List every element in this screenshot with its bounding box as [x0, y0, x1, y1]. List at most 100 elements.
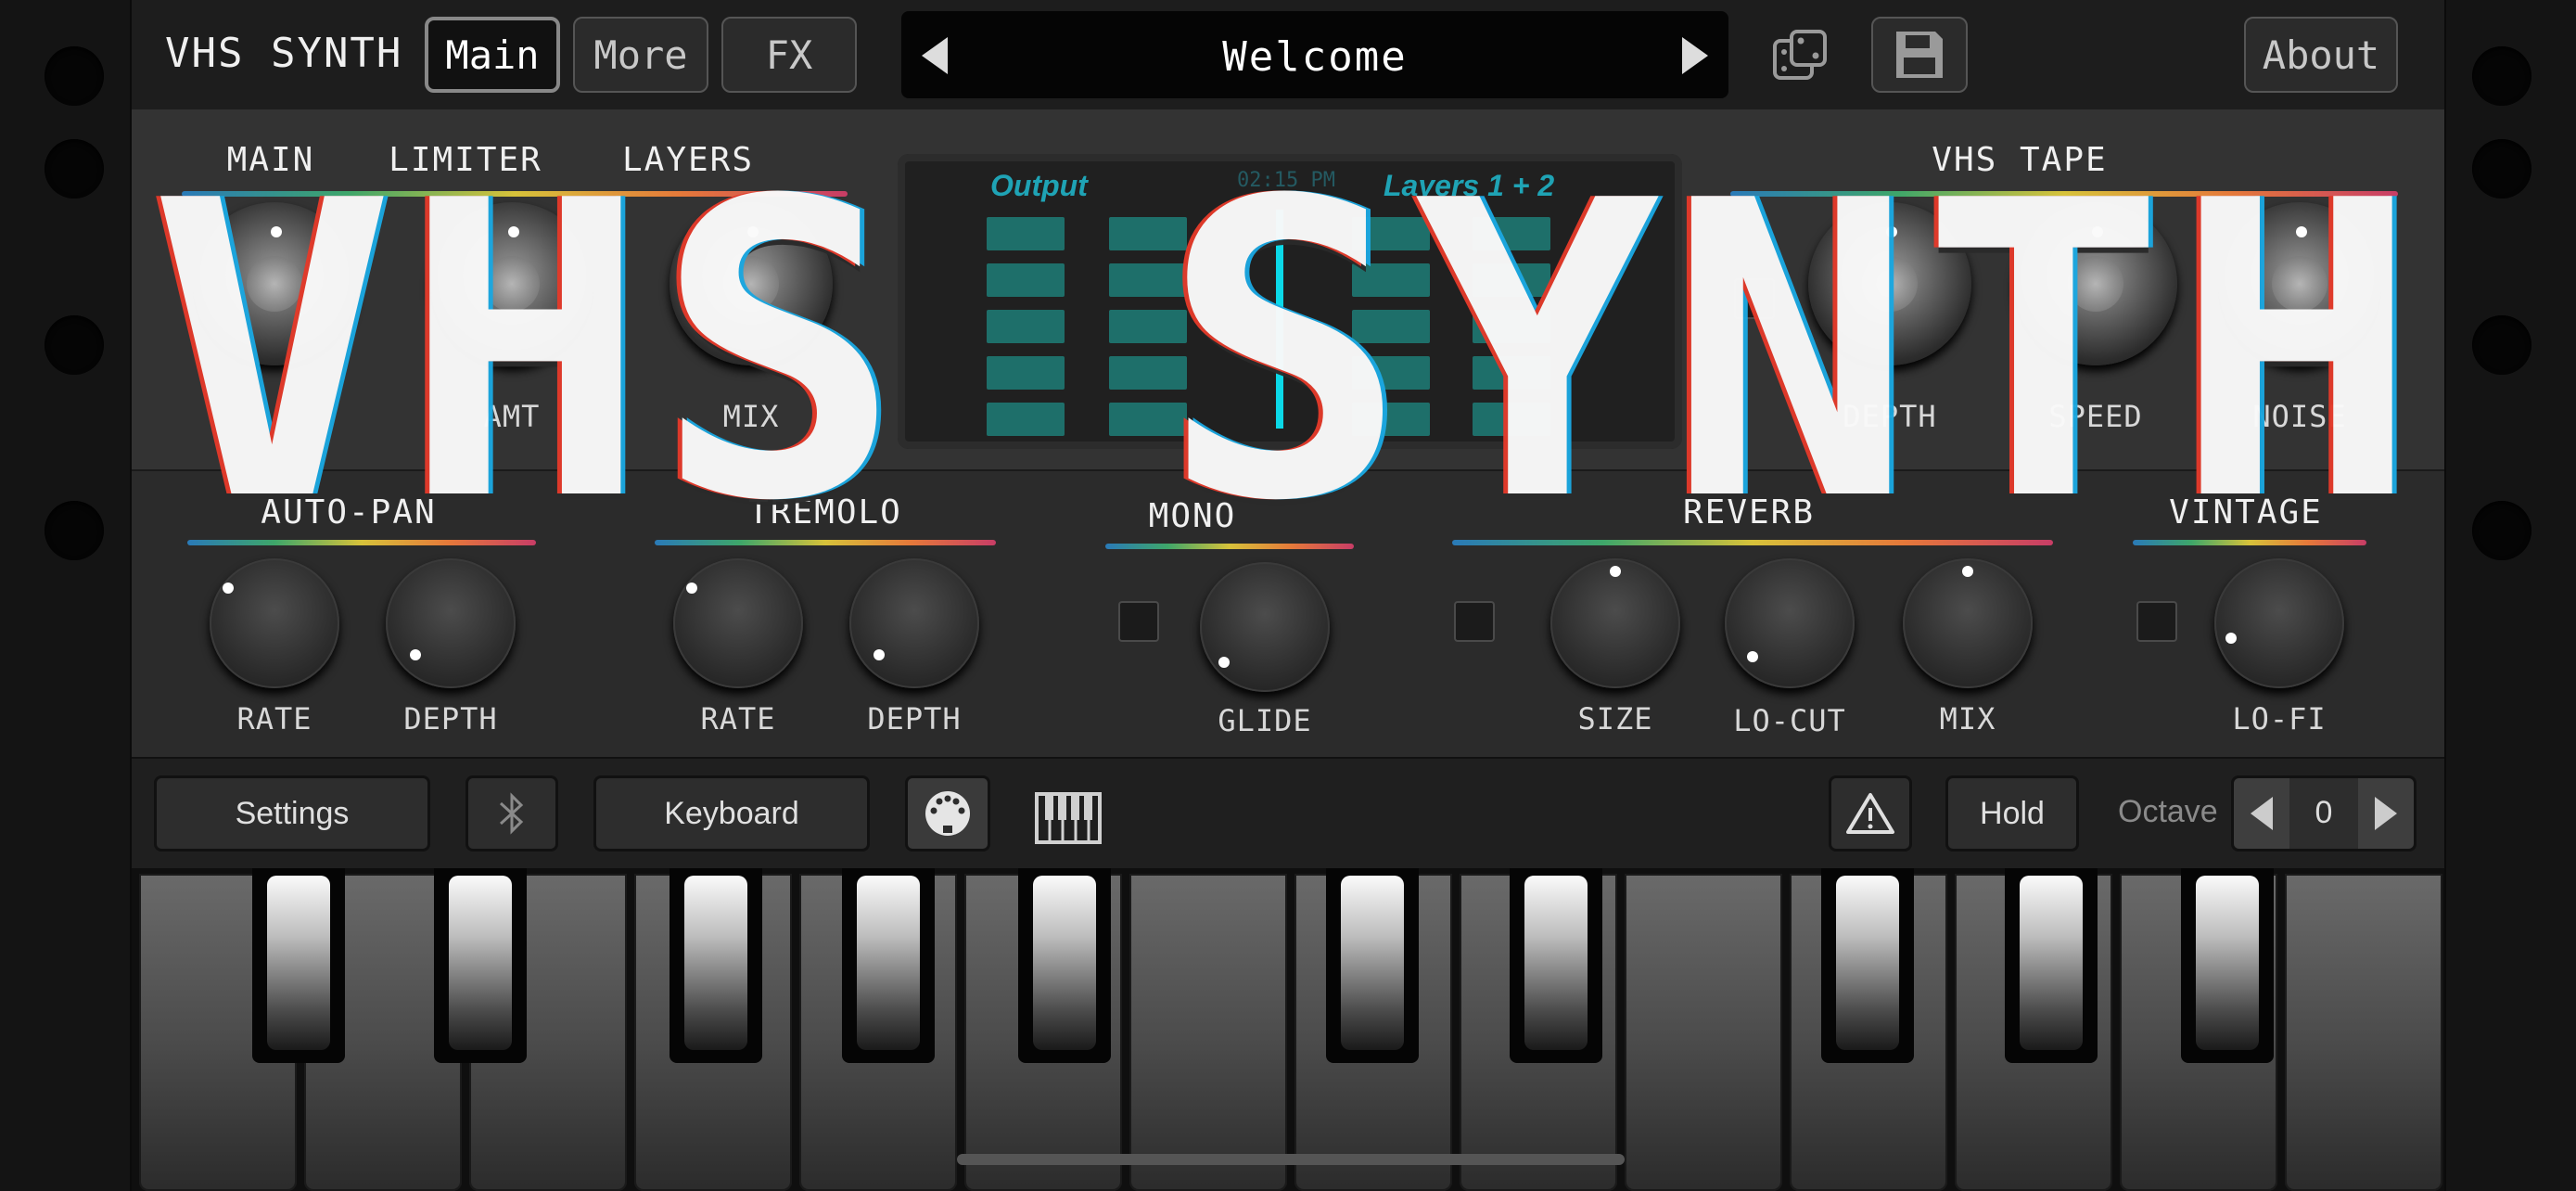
vhs-depth-knob[interactable]	[1808, 202, 1971, 365]
section-label-vintage: VINTAGE	[2169, 493, 2323, 531]
tab-fx[interactable]: FX	[721, 17, 857, 93]
bottom-toolbar: Settings Keyboard Hold Octave 0	[132, 759, 2444, 868]
keyboard-button[interactable]: Keyboard	[593, 775, 870, 852]
save-button[interactable]	[1871, 17, 1968, 93]
speaker-hole	[45, 315, 104, 375]
tremolo-depth-label: DEPTH	[867, 701, 962, 736]
app-title: VHS SYNTH	[165, 30, 403, 77]
meter-segment	[1352, 263, 1430, 297]
mono-enable-checkbox[interactable]	[1118, 601, 1159, 642]
reverb-mix-knob[interactable]	[1903, 558, 2033, 688]
meter-segment	[987, 403, 1065, 436]
reverb-locut-knob[interactable]	[1725, 558, 1855, 688]
meter-segment	[987, 310, 1065, 343]
meter-segment	[1109, 356, 1187, 390]
vintage-lofi-knob[interactable]	[2214, 558, 2344, 688]
black-key[interactable]	[1326, 868, 1419, 1063]
tremolo-depth-knob[interactable]	[849, 558, 979, 688]
warning-icon	[1846, 793, 1894, 834]
section-label-autopan: AUTO-PAN	[261, 493, 437, 531]
vhs-speed-knob[interactable]	[2014, 202, 2177, 365]
tremolo-rate-label: RATE	[700, 701, 776, 736]
synth-app: VHS SYNTH Main More FX Welcome About MAI…	[132, 0, 2444, 1191]
black-key[interactable]	[842, 868, 935, 1063]
limiter-amt-knob[interactable]	[430, 202, 593, 365]
meter-segment	[987, 356, 1065, 390]
speaker-hole	[45, 139, 104, 198]
home-indicator	[957, 1154, 1625, 1165]
reverb-size-knob[interactable]	[1550, 558, 1680, 688]
black-key[interactable]	[2005, 868, 2098, 1063]
save-icon	[1896, 32, 1943, 78]
speaker-hole	[2472, 46, 2531, 106]
speaker-hole	[2472, 501, 2531, 560]
meter-segment	[1352, 310, 1430, 343]
octave-stepper: 0	[2231, 775, 2417, 852]
octave-down-button[interactable]	[2234, 778, 2289, 849]
rainbow-divider	[1730, 191, 2398, 197]
rainbow-divider	[655, 540, 996, 545]
main-effects-band: MAIN LIMITER LAYERS AMT MIX Output 02:15…	[132, 109, 2444, 471]
autopan-rate-knob[interactable]	[210, 558, 339, 688]
white-key[interactable]	[1625, 874, 1782, 1191]
vhs-tape-enable-checkbox[interactable]	[1734, 278, 1775, 319]
hold-button[interactable]: Hold	[1945, 775, 2079, 852]
reverb-mix-label: MIX	[1939, 701, 1996, 736]
black-key[interactable]	[2181, 868, 2274, 1063]
panic-button[interactable]	[1829, 775, 1912, 852]
main-volume-knob[interactable]	[193, 202, 356, 365]
midi-button[interactable]	[905, 775, 990, 852]
vhs-depth-label: DEPTH	[1843, 399, 1937, 434]
octave-up-button[interactable]	[2358, 778, 2414, 849]
about-button[interactable]: About	[2244, 17, 2398, 93]
white-key[interactable]	[2285, 874, 2442, 1191]
autopan-depth-label: DEPTH	[403, 701, 498, 736]
tremolo-rate-knob[interactable]	[673, 558, 803, 688]
black-key[interactable]	[252, 868, 345, 1063]
settings-button[interactable]: Settings	[154, 775, 430, 852]
meter-segment	[1473, 356, 1550, 390]
meter-segment	[1352, 403, 1430, 436]
meter-segment	[1473, 403, 1550, 436]
display-output-label: Output	[990, 169, 1088, 202]
mono-glide-knob[interactable]	[1200, 562, 1330, 692]
display-layers-label: Layers 1 + 2	[1384, 169, 1555, 202]
black-key[interactable]	[670, 868, 762, 1063]
playhead-indicator	[1276, 210, 1283, 429]
next-preset-icon[interactable]	[1682, 37, 1708, 74]
section-label-reverb: REVERB	[1682, 493, 1816, 531]
black-key[interactable]	[1018, 868, 1111, 1063]
bluetooth-icon	[499, 792, 524, 835]
mono-glide-label: GLIDE	[1218, 703, 1312, 738]
reverb-size-label: SIZE	[1577, 701, 1653, 736]
speaker-hole	[2472, 315, 2531, 375]
vintage-enable-checkbox[interactable]	[2136, 601, 2177, 642]
preset-selector: Welcome	[901, 11, 1728, 98]
piano-icon[interactable]	[1035, 785, 1102, 844]
vintage-lofi-label: LO-FI	[2232, 701, 2327, 736]
tab-more[interactable]: More	[573, 17, 708, 93]
black-key[interactable]	[1510, 868, 1602, 1063]
top-bar: VHS SYNTH Main More FX Welcome About	[132, 0, 2444, 111]
layers-mix-knob[interactable]	[670, 202, 833, 365]
octave-value: 0	[2315, 795, 2333, 830]
bluetooth-button[interactable]	[465, 775, 558, 852]
vhs-noise-label: NOISE	[2252, 399, 2347, 434]
meter-segment	[1109, 217, 1187, 250]
vhs-noise-knob[interactable]	[2218, 202, 2381, 365]
reverb-locut-label: LO-CUT	[1733, 703, 1846, 738]
dice-icon[interactable]	[1771, 28, 1829, 85]
meter-segment	[987, 263, 1065, 297]
black-key[interactable]	[1821, 868, 1914, 1063]
preset-name[interactable]: Welcome	[901, 33, 1728, 81]
reverb-enable-checkbox[interactable]	[1454, 601, 1495, 642]
black-key[interactable]	[434, 868, 527, 1063]
tab-main[interactable]: Main	[425, 17, 560, 93]
meter-segment	[1109, 310, 1187, 343]
speaker-hole	[2472, 139, 2531, 198]
section-label-mono: MONO	[1148, 497, 1237, 535]
autopan-depth-knob[interactable]	[386, 558, 516, 688]
white-key[interactable]	[1129, 874, 1287, 1191]
section-label-vhs-tape: VHS TAPE	[1932, 141, 2108, 179]
midi-icon	[925, 791, 970, 836]
